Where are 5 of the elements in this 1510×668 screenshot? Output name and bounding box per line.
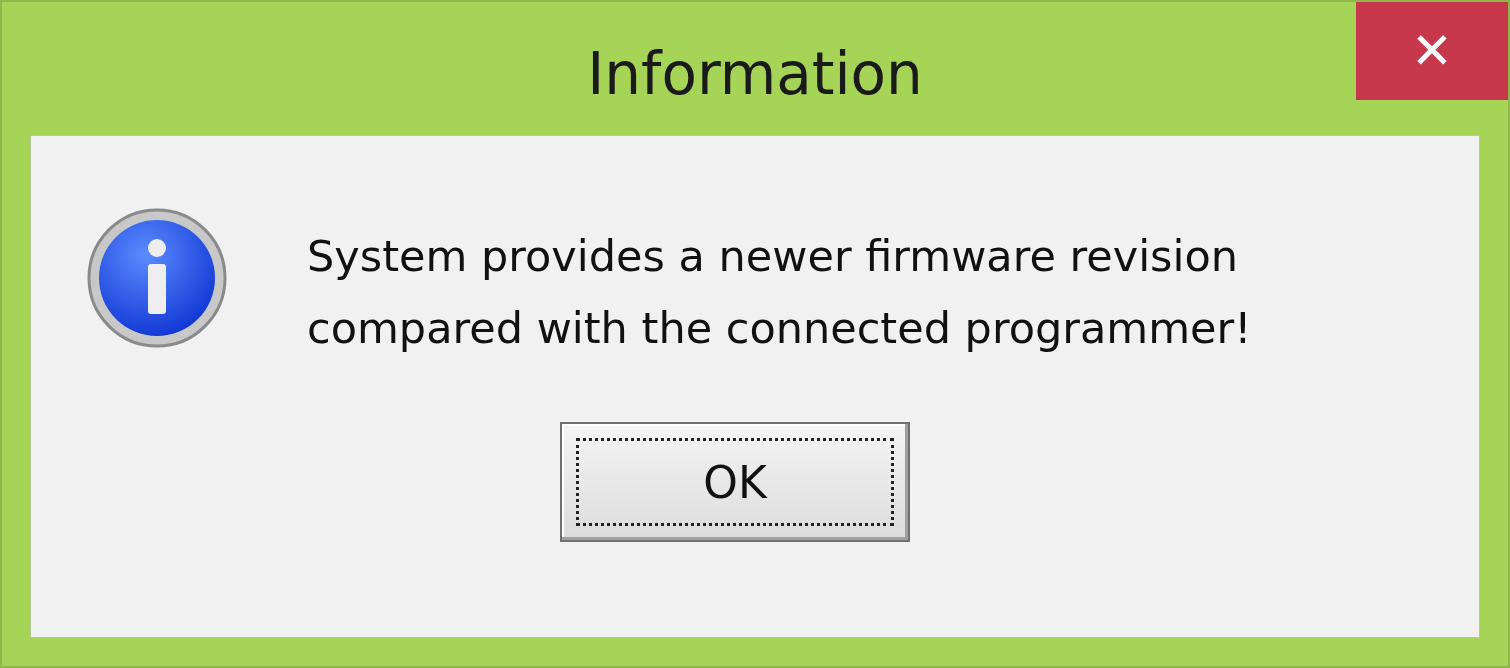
info-icon xyxy=(87,208,227,348)
ok-button[interactable]: OK xyxy=(560,422,910,542)
message-text: System provides a newer firmware revision compared with the connected programmer! xyxy=(307,230,1252,355)
window-title: Information xyxy=(587,40,923,108)
close-button[interactable]: ✕ xyxy=(1356,2,1508,100)
